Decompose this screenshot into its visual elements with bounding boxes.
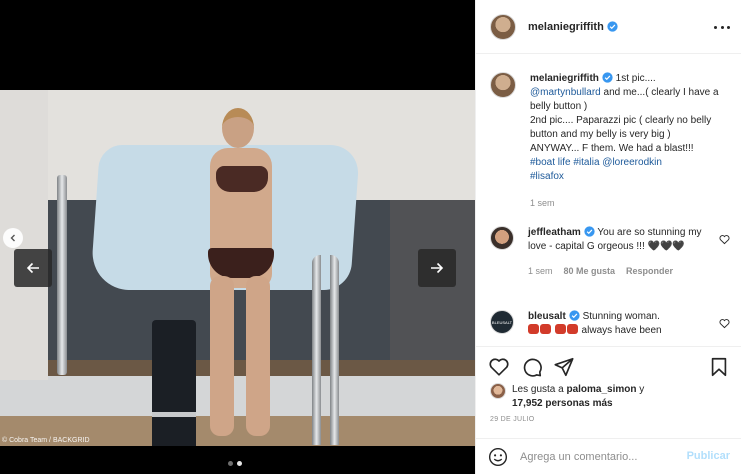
photo-credit: © Cobra Team / BACKGRID bbox=[2, 437, 90, 444]
commenter-avatar[interactable] bbox=[490, 226, 514, 250]
chevron-left-icon[interactable] bbox=[3, 228, 23, 248]
likes-mid: y bbox=[636, 384, 645, 395]
caption-avatar[interactable] bbox=[490, 72, 516, 98]
post-media[interactable]: © Cobra Team / BACKGRID bbox=[0, 0, 475, 474]
reply-button[interactable]: Responder bbox=[626, 264, 673, 278]
photo-leg bbox=[246, 276, 270, 436]
caption-text: 2nd pic.... Paparazzi pic ( clearly no b… bbox=[530, 115, 712, 154]
photo-swim-top bbox=[216, 166, 268, 192]
next-slide-button[interactable] bbox=[418, 249, 456, 287]
comment-likes[interactable]: 80 Me gusta bbox=[564, 264, 616, 278]
author-username[interactable]: melaniegriffith bbox=[528, 21, 604, 33]
caption-hashtag[interactable]: #italia bbox=[573, 157, 599, 168]
comment-text: always have been bbox=[578, 325, 662, 336]
emoji-icon bbox=[554, 324, 566, 334]
caption-mention[interactable]: @martynbullard bbox=[530, 87, 601, 98]
comment-icon[interactable] bbox=[521, 356, 543, 378]
verified-icon bbox=[584, 226, 595, 237]
caption-body: melaniegriffith 1st pic.... @martynbulla… bbox=[530, 72, 720, 210]
post-side-panel: melaniegriffith melaniegriffith 1st pic.… bbox=[475, 0, 741, 474]
caption-hashtag[interactable]: #boat life bbox=[530, 157, 571, 168]
carousel-dot-active bbox=[237, 461, 242, 466]
carousel-indicator bbox=[228, 461, 242, 466]
likes-text: Les gusta a paloma_simon y 17,952 person… bbox=[512, 383, 644, 411]
photo-ladder-rail bbox=[312, 255, 321, 445]
photo-ladder-rail bbox=[330, 255, 339, 445]
comments-list[interactable]: melaniegriffith 1st pic.... @martynbulla… bbox=[476, 54, 741, 346]
caption-text: 1st pic.... bbox=[612, 73, 656, 84]
post-actions: Les gusta a paloma_simon y 17,952 person… bbox=[476, 346, 741, 409]
comment-text: Stunning woman. bbox=[579, 311, 660, 322]
more-icon bbox=[714, 25, 717, 29]
verified-icon bbox=[607, 21, 618, 32]
heart-icon[interactable] bbox=[719, 318, 730, 329]
post-photo: © Cobra Team / BACKGRID bbox=[0, 90, 475, 446]
comment-username[interactable]: bleusalt bbox=[528, 311, 566, 322]
comment-item: jeffleatham You are so stunning my love … bbox=[490, 226, 730, 278]
caption-username[interactable]: melaniegriffith bbox=[530, 73, 599, 84]
photo-deck bbox=[0, 376, 475, 416]
previous-slide-button[interactable] bbox=[14, 249, 52, 287]
photo-bollard-band bbox=[152, 412, 196, 417]
caption-meta: 1 sem bbox=[530, 196, 720, 210]
liker-username[interactable]: paloma_simon bbox=[566, 384, 636, 395]
more-options-button[interactable] bbox=[714, 20, 730, 34]
carousel-dot bbox=[228, 461, 233, 466]
bookmark-icon[interactable] bbox=[708, 356, 730, 378]
arrow-right-icon bbox=[431, 262, 444, 274]
share-icon[interactable] bbox=[553, 356, 575, 378]
comment-meta: 1 sem 80 Me gusta Responder bbox=[528, 264, 718, 278]
photo-deck-edge bbox=[0, 360, 475, 376]
photo-bollard bbox=[152, 320, 196, 446]
more-icon bbox=[720, 25, 724, 29]
likes-count[interactable]: 17,952 personas más bbox=[512, 398, 613, 409]
comment-composer: Publicar bbox=[476, 438, 741, 474]
comment-body: bleusalt Stunning woman. always have bee… bbox=[528, 310, 718, 338]
photo-head bbox=[222, 108, 254, 148]
commenter-avatar[interactable]: BLEUSALT bbox=[490, 310, 514, 334]
arrow-left-icon bbox=[26, 262, 39, 274]
photo-leg bbox=[210, 276, 234, 436]
caption-time[interactable]: 1 sem bbox=[530, 196, 555, 210]
comment-time[interactable]: 1 sem bbox=[528, 264, 553, 278]
emoji-icon bbox=[540, 324, 551, 334]
publish-button[interactable]: Publicar bbox=[687, 450, 730, 462]
comment-body: jeffleatham You are so stunning my love … bbox=[528, 226, 718, 278]
likes-summary: Les gusta a paloma_simon y 17,952 person… bbox=[490, 383, 644, 411]
more-icon bbox=[727, 25, 730, 29]
heart-icon[interactable] bbox=[719, 234, 730, 245]
comment-username[interactable]: jeffleatham bbox=[528, 227, 581, 238]
caption-mention[interactable]: @loreerodkin bbox=[602, 157, 662, 168]
author-avatar[interactable] bbox=[490, 13, 516, 40]
post-header: melaniegriffith bbox=[476, 0, 741, 54]
caption: melaniegriffith 1st pic.... @martynbulla… bbox=[490, 72, 730, 210]
likes-prefix: Les gusta a bbox=[512, 384, 567, 395]
emoji-icon bbox=[528, 324, 539, 334]
comment-item: BLEUSALT bleusalt Stunning woman. always… bbox=[490, 310, 730, 338]
verified-icon bbox=[602, 72, 613, 83]
liker-avatar[interactable] bbox=[490, 383, 506, 399]
smile-icon[interactable] bbox=[488, 447, 508, 467]
verified-icon bbox=[569, 310, 580, 321]
emoji-icon bbox=[566, 324, 578, 334]
comment-input[interactable] bbox=[520, 449, 680, 465]
caption-hashtag[interactable]: #lisafox bbox=[530, 171, 564, 182]
post-date[interactable]: 29 DE JULIO bbox=[490, 416, 535, 423]
photo-rail bbox=[57, 175, 67, 375]
heart-icon[interactable] bbox=[488, 356, 510, 378]
